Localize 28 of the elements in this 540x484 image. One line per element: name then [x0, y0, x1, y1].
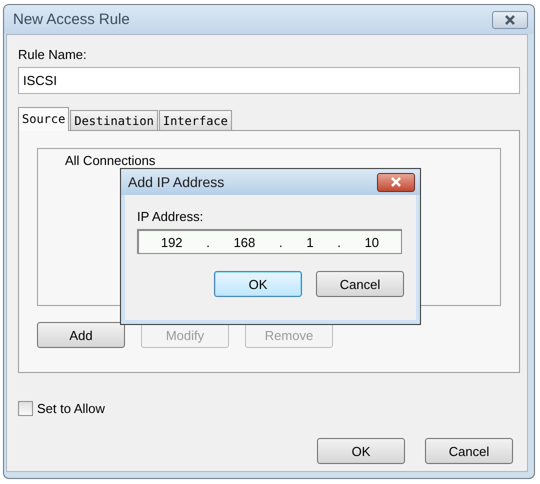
octet: 10 — [364, 234, 380, 250]
button[interactable]: Add — [37, 322, 125, 348]
window-title: New Access Rule — [13, 11, 130, 28]
checkbox-label: Set to Allow — [37, 401, 105, 416]
octet: 192 — [160, 234, 183, 250]
octet: 1 — [306, 234, 314, 250]
octet: 168 — [234, 234, 256, 250]
button[interactable]: OK — [317, 438, 405, 464]
separator: . — [206, 234, 210, 250]
close-button[interactable] — [492, 10, 528, 28]
button[interactable]: OK — [214, 271, 302, 297]
tab[interactable]: Source — [18, 107, 70, 131]
list-item[interactable]: All Connections — [65, 153, 156, 168]
close-button[interactable] — [377, 172, 415, 192]
separator: . — [278, 234, 283, 250]
window-title: Add IP Address — [128, 174, 224, 190]
field-label: Rule Name: — [18, 47, 88, 62]
tab[interactable]: Interface — [158, 110, 232, 130]
close-icon — [390, 177, 402, 187]
separator: . — [337, 234, 341, 250]
input-field[interactable]: 192 . 168 . 1 . 10 — [137, 229, 402, 254]
checkbox[interactable] — [18, 401, 33, 416]
close-icon — [504, 14, 516, 24]
field-label: IP Address: — [137, 209, 204, 224]
button[interactable]: Cancel — [316, 271, 404, 297]
input-field[interactable]: ISCSI — [18, 67, 520, 94]
tab[interactable]: Destination — [70, 110, 158, 130]
button[interactable]: Cancel — [425, 438, 513, 464]
